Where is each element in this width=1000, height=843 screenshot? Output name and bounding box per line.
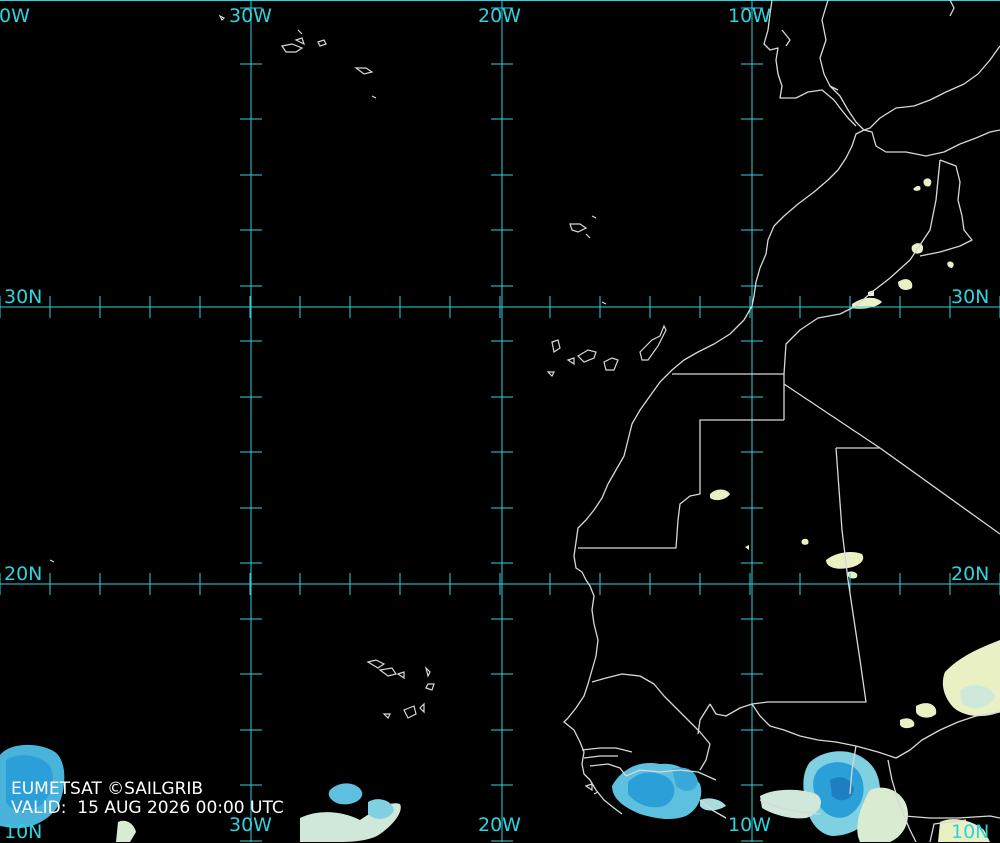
label-lon-20w-top: 20W	[478, 5, 521, 27]
map-background	[0, 0, 1000, 842]
label-lat-20n-left: 20N	[4, 563, 43, 585]
label-lon-10w-bottom: 10W	[728, 814, 771, 836]
label-lat-10n-right: 10N	[951, 821, 990, 843]
label-lon-0w-top: 0W	[0, 5, 30, 27]
satellite-map	[0, 0, 1000, 842]
label-lat-30n-left: 30N	[4, 286, 43, 308]
credit-label: EUMETSAT ©SAILGRIB	[11, 779, 204, 799]
valid-time-label: VALID: 15 AUG 2026 00:00 UTC	[11, 798, 284, 818]
label-lon-30w-bottom: 30W	[229, 814, 272, 836]
label-lon-20w-bottom: 20W	[478, 814, 521, 836]
label-lat-10n-left: 10N	[4, 821, 43, 843]
label-lon-10w-top: 10W	[728, 5, 771, 27]
label-lat-20n-right: 20N	[951, 563, 990, 585]
label-lat-30n-right: 30N	[951, 286, 990, 308]
label-lon-30w-top: 30W	[229, 5, 272, 27]
